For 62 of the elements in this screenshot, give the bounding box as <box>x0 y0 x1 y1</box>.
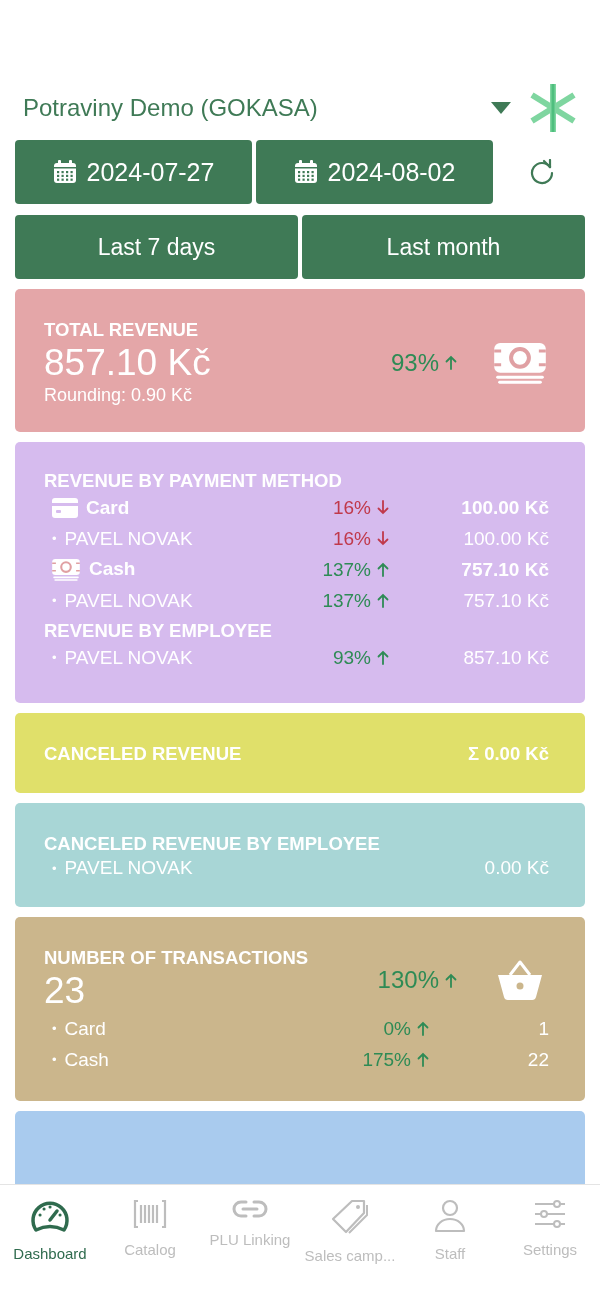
row-label: Card <box>86 496 130 519</box>
calendar-icon <box>52 160 77 184</box>
row-label: Cash <box>89 558 136 581</box>
banknote-icon <box>51 557 81 582</box>
basket-icon <box>497 959 543 1001</box>
trend-percent: 137% <box>322 589 371 612</box>
section-title: REVENUE BY PAYMENT METHOD <box>44 470 343 492</box>
card-title: CANCELED REVENUE <box>44 743 243 765</box>
card-value: 23 <box>44 969 87 1013</box>
row-label: PAVEL NOVAK <box>64 646 193 669</box>
card-title: CANCELED REVENUE BY EMPLOYEE <box>44 833 381 855</box>
link-icon <box>232 1199 268 1219</box>
date-button[interactable]: 2024-08-02 <box>256 140 493 204</box>
row-amount: 757.10 Kč <box>461 558 549 581</box>
row-amount: 857.10 Kč <box>463 646 549 669</box>
trend-percent: 130% <box>377 966 439 994</box>
card-value: Σ 0.00 Kč <box>467 743 549 765</box>
trend-percent: 0% <box>383 1017 411 1040</box>
row-label: Card <box>64 1017 106 1040</box>
trend-percent: 93% <box>332 646 371 669</box>
row-label: PAVEL NOVAK <box>64 589 193 612</box>
bullet: • <box>52 1052 57 1067</box>
row-label: PAVEL NOVAK <box>64 527 193 550</box>
row-label: PAVEL NOVAK <box>64 857 193 879</box>
trend-percent: 175% <box>362 1048 411 1071</box>
sliders-icon <box>533 1199 567 1229</box>
rounding-note: Rounding: 0.90 Kč <box>44 385 194 406</box>
card-title: TOTAL REVENUE <box>44 319 200 341</box>
row-amount: 0.00 Kč <box>484 857 549 879</box>
bullet: • <box>52 860 57 876</box>
trend-percent: 16% <box>332 496 371 519</box>
preset-button[interactable]: Last month <box>302 215 585 279</box>
row-amount: 100.00 Kč <box>461 496 549 519</box>
card-title: NUMBER OF TRANSACTIONS <box>44 947 310 969</box>
tag-icon <box>330 1199 370 1235</box>
date-button[interactable]: 2024-07-27 <box>15 140 252 204</box>
dropdown-caret-icon[interactable] <box>491 102 511 114</box>
logo-icon <box>529 82 577 134</box>
speedometer-icon <box>30 1199 70 1233</box>
nav-tab[interactable]: Dashboard <box>0 1185 100 1299</box>
trend-percent: 93% <box>390 348 439 377</box>
row-amount: 1 <box>538 1017 549 1040</box>
banknote-icon <box>492 340 548 385</box>
row-amount: 22 <box>527 1048 549 1071</box>
section-title: REVENUE BY EMPLOYEE <box>44 620 273 642</box>
barcode-icon <box>133 1199 167 1229</box>
credit-card-icon <box>52 497 78 518</box>
row-amount: 757.10 Kč <box>463 589 549 612</box>
refresh-icon[interactable] <box>529 159 555 185</box>
bullet: • <box>52 650 57 665</box>
card-value: 857.10 Kč <box>44 341 212 385</box>
trend-percent: 16% <box>332 527 371 550</box>
person-icon <box>434 1199 466 1233</box>
row-amount: 100.00 Kč <box>463 527 549 550</box>
trend-percent: 137% <box>322 558 371 581</box>
preset-button[interactable]: Last 7 days <box>15 215 298 279</box>
row-label: Cash <box>64 1048 109 1071</box>
bullet: • <box>52 593 57 608</box>
bullet: • <box>52 531 57 546</box>
calendar-icon <box>293 160 318 184</box>
store-name[interactable]: Potraviny Demo (GOKASA) <box>23 94 491 122</box>
bullet: • <box>52 1021 57 1036</box>
